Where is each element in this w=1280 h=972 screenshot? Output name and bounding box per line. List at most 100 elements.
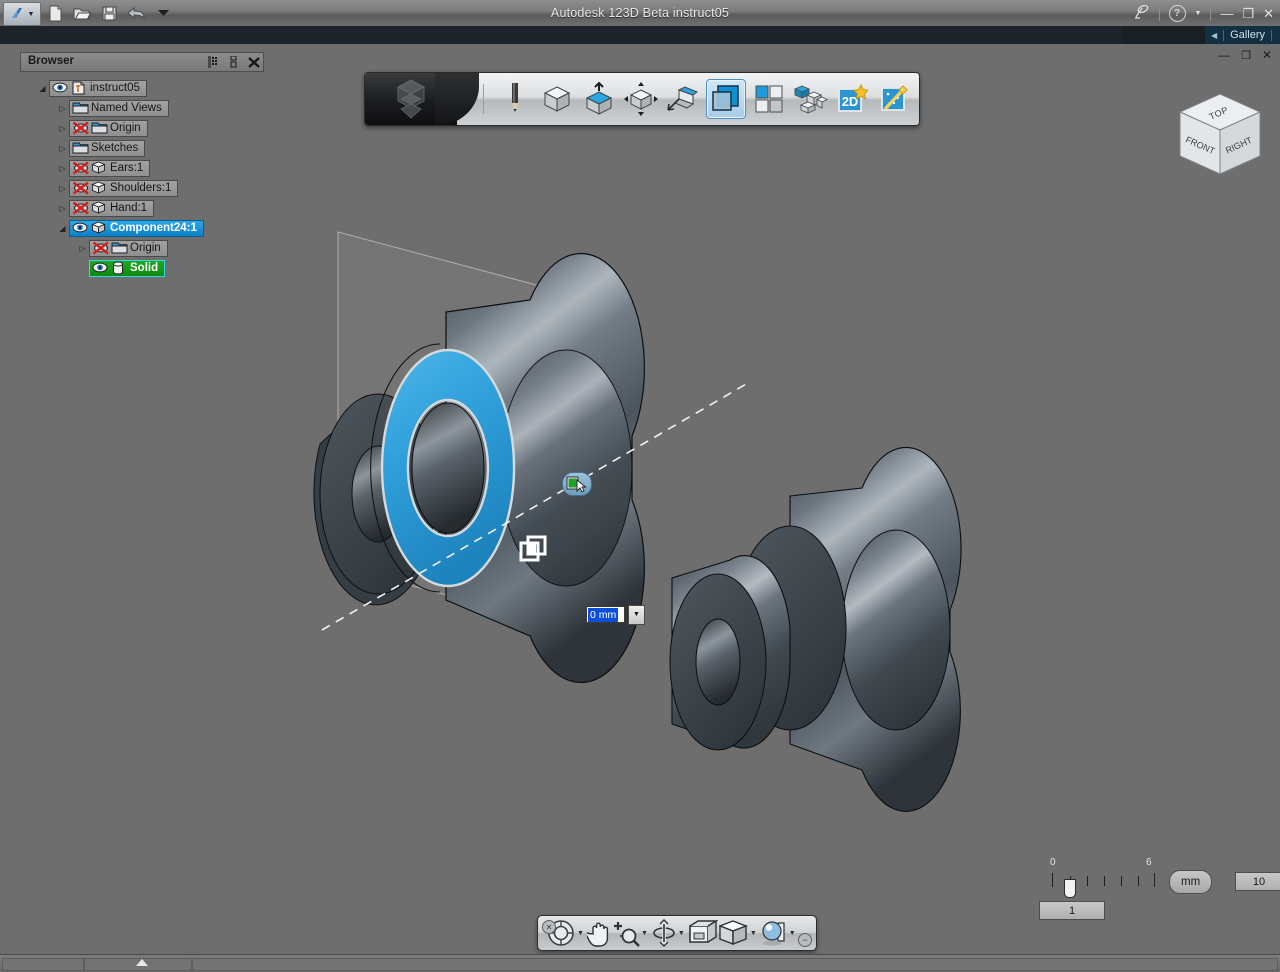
browser-tree-item[interactable]: ◢ instruct05 [20, 78, 264, 98]
view-style-button[interactable] [718, 918, 749, 948]
scale-slider-handle[interactable] [1064, 879, 1076, 898]
combine-tool-button[interactable] [706, 79, 746, 119]
cube-logo-icon[interactable] [365, 73, 479, 125]
effects-tool-button[interactable] [876, 80, 914, 118]
browser-tree-item[interactable]: Solid [20, 258, 264, 278]
divider [483, 84, 484, 114]
minimize-button[interactable]: — [1220, 7, 1233, 20]
document-tab-strip: ◀ Gallery [0, 26, 1280, 44]
expand-twisty-icon[interactable]: ▷ [56, 141, 69, 155]
browser-tree-item[interactable]: ▷ Sketches [20, 138, 264, 158]
browser-tree-chip[interactable]: Shoulders:1 [69, 179, 179, 197]
dimension-dropdown-button[interactable]: ▼ [628, 604, 645, 625]
browser-tree-item[interactable]: ◢ Component24:1 [20, 218, 264, 238]
sketch-tool-button[interactable] [496, 80, 534, 118]
expand-twisty-icon[interactable]: ▷ [56, 201, 69, 215]
scale-widget[interactable]: 0 6 1 mm 10 [1026, 857, 1280, 937]
eye-hidden-icon[interactable] [92, 241, 109, 255]
quick-access-toolbar [45, 2, 173, 24]
expand-twisty-icon[interactable]: ▷ [56, 101, 69, 115]
eye-hidden-icon[interactable] [72, 161, 89, 175]
open-document-button[interactable] [72, 3, 92, 23]
browser-tree-chip[interactable]: Component24:1 [69, 219, 204, 237]
navbar-minimize-button[interactable]: − [798, 933, 812, 947]
expand-twisty-icon[interactable]: ▷ [76, 241, 89, 255]
eye-hidden-icon[interactable] [72, 181, 89, 195]
application-menu-button[interactable]: ▼ [3, 2, 41, 26]
tab-gallery[interactable]: ◀ Gallery [1205, 26, 1280, 44]
vertical-dots-icon[interactable] [227, 55, 240, 69]
browser-tree-chip[interactable]: Ears:1 [69, 159, 151, 177]
help-button[interactable]: ? [1168, 5, 1186, 22]
browser-tree-item[interactable]: ▷ Origin [20, 118, 264, 138]
stepped-bushing-body[interactable] [669, 446, 962, 812]
close-x-icon[interactable] [247, 55, 260, 69]
maximize-button[interactable]: ❐ [1242, 7, 1254, 20]
zoom-button[interactable] [613, 918, 640, 948]
eye-visible-icon[interactable] [52, 81, 68, 95]
look-at-button[interactable] [688, 918, 718, 948]
browser-tree-item[interactable]: ▷ Origin [20, 238, 264, 258]
new-document-button[interactable] [45, 3, 65, 23]
grid-tool-button[interactable] [750, 80, 788, 118]
save-document-button[interactable] [99, 3, 119, 23]
browser-tree-item[interactable]: ▷ Hand:1 [20, 198, 264, 218]
chevron-down-icon[interactable]: ▼ [577, 930, 584, 937]
browser-tree[interactable]: ◢ instruct05 ▷ Named Views ▷ Origin ▷ Sketches ▷… [20, 78, 264, 278]
scale-max-field[interactable]: 10 [1235, 872, 1280, 891]
browser-tree-item[interactable]: ▷ Ears:1 [20, 158, 264, 178]
appearance-button[interactable] [760, 918, 788, 948]
eye-hidden-icon[interactable] [72, 121, 89, 135]
expand-twisty-icon[interactable]: ▷ [56, 161, 69, 175]
undo-button[interactable] [126, 3, 146, 23]
expand-twisty-icon[interactable]: ◢ [36, 81, 49, 95]
qat-overflow-button[interactable] [153, 3, 173, 23]
browser-tree-chip[interactable]: Hand:1 [69, 199, 155, 217]
help-dropdown-icon[interactable]: ▼ [1195, 10, 1202, 17]
view-cube[interactable]: TOP FRONT RIGHT [1170, 86, 1270, 186]
orbit-button[interactable] [651, 918, 677, 948]
eye-visible-icon[interactable] [72, 221, 88, 235]
chevron-down-icon[interactable]: ▼ [750, 930, 757, 937]
browser-title: Browser [28, 55, 75, 67]
eye-hidden-icon[interactable] [72, 201, 89, 215]
chevron-down-icon[interactable]: ▼ [641, 930, 648, 937]
3d-viewport[interactable]: — ❐ ✕ Browser ◢ instruct05 ▷ Named Views… [0, 44, 1280, 955]
assemble-tool-button[interactable] [792, 80, 830, 118]
dimension-input-group[interactable]: 0 mm ▼ [586, 604, 645, 625]
dimension-input[interactable]: 0 mm [586, 606, 625, 623]
pan-button[interactable] [586, 918, 613, 948]
window-title: Autodesk 123D Beta instruct05 [550, 6, 730, 20]
construct-tool-button[interactable] [580, 80, 618, 118]
scale-unit-button[interactable]: mm [1169, 870, 1213, 894]
scale-value-field[interactable]: 1 [1039, 901, 1105, 920]
expand-twisty-icon[interactable]: ▷ [56, 121, 69, 135]
navbar-close-button[interactable]: ✕ [542, 920, 556, 934]
browser-tree-chip[interactable]: Solid [89, 259, 166, 277]
browser-tree-chip[interactable]: Origin [69, 119, 148, 137]
expand-twisty-icon[interactable]: ▷ [56, 181, 69, 195]
status-scroll-marker[interactable] [136, 959, 148, 966]
chevron-down-icon[interactable]: ▼ [789, 930, 796, 937]
chevron-down-icon[interactable]: ▼ [678, 930, 685, 937]
browser-tree-chip[interactable]: Named Views [69, 99, 169, 117]
browser-tree-item[interactable]: ▷ Shoulders:1 [20, 178, 264, 198]
collapse-arrow-icon[interactable]: ◀ [1211, 31, 1217, 40]
primitive-tool-button[interactable] [538, 80, 576, 118]
drawing-tool-button[interactable]: 2D [834, 80, 872, 118]
grid-list-icon[interactable] [207, 55, 220, 69]
browser-tree-chip[interactable]: Origin [89, 239, 168, 257]
title-bar: Autodesk 123D Beta instruct05 ▼ ? ▼ — ❐ … [0, 0, 1280, 27]
satellite-dish-icon[interactable] [1134, 4, 1150, 22]
browser-tree-chip[interactable]: Sketches [69, 139, 146, 157]
close-button[interactable]: ✕ [1263, 7, 1274, 20]
scale-tick [1104, 876, 1105, 886]
tab-strip-fill [0, 26, 1122, 44]
eye-visible-icon[interactable] [92, 261, 108, 275]
browser-tree-chip[interactable]: instruct05 [49, 79, 147, 97]
expand-twisty-icon[interactable]: ◢ [56, 221, 69, 235]
modify-tool-button[interactable] [622, 80, 660, 118]
pattern-tool-button[interactable] [664, 80, 702, 118]
browser-tree-item[interactable]: ▷ Named Views [20, 98, 264, 118]
browser-tree-item-label: Named Views [91, 102, 162, 114]
